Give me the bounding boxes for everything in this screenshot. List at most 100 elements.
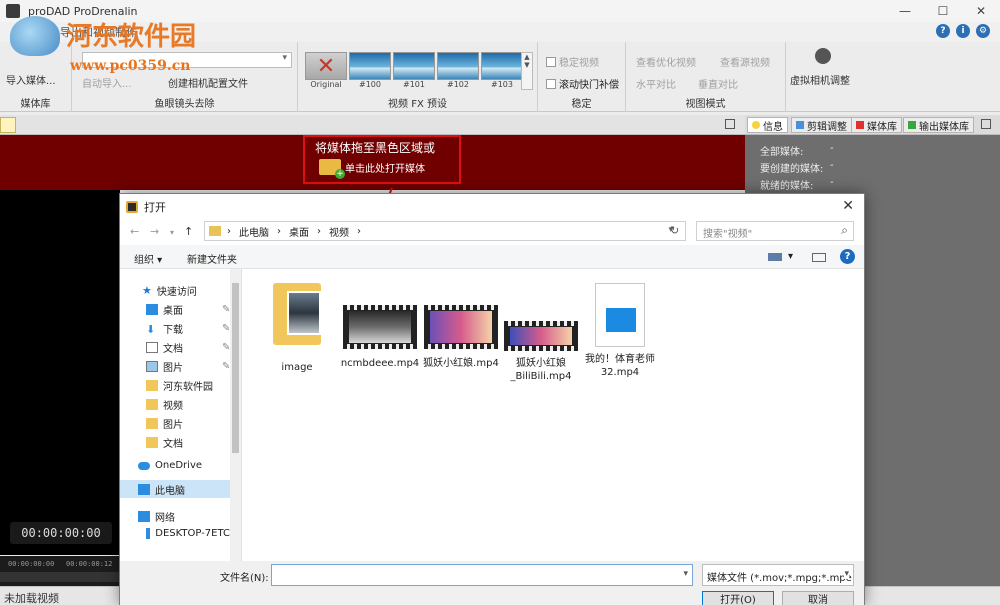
- nav-folder[interactable]: 图片: [146, 416, 183, 431]
- help-icon[interactable]: ?: [936, 24, 950, 38]
- breadcrumb-item[interactable]: 桌面: [289, 224, 309, 239]
- view-options-icon[interactable]: [768, 253, 782, 261]
- preset-thumbnail: [349, 52, 391, 80]
- tab-clip-adjust[interactable]: 剪辑调整: [791, 117, 852, 133]
- nav-network-computer[interactable]: DESKTOP-7ETC: [146, 528, 230, 539]
- file-item[interactable]: ncmbdeee.mp4: [340, 305, 420, 370]
- quick-access-label[interactable]: 导出和视频制作: [60, 24, 137, 40]
- search-input[interactable]: 搜索"视频": [696, 221, 854, 241]
- address-row: ← → ▾ ↑ › 此电脑 › 桌面 › 视频 › ▾ ↻ 搜索"视频": [120, 219, 864, 245]
- preset-100[interactable]: #100: [349, 52, 391, 90]
- nav-network[interactable]: 网络: [138, 509, 175, 524]
- up-icon[interactable]: ↑: [184, 225, 193, 238]
- preset-original[interactable]: ✕ Original: [305, 52, 347, 90]
- nav-quick-access[interactable]: ★ 快速访问: [142, 283, 197, 298]
- view-original-button[interactable]: 查看源视频: [720, 54, 770, 69]
- open-button[interactable]: 打开(O): [702, 591, 774, 605]
- help-icon[interactable]: ?: [840, 249, 855, 264]
- file-item[interactable]: image: [257, 283, 337, 374]
- nav-folder[interactable]: 视频: [146, 397, 183, 412]
- filename-input[interactable]: ▾: [271, 564, 693, 586]
- nav-downloads[interactable]: ⬇ 下载 ✎: [146, 321, 230, 336]
- import-media-button[interactable]: 导入媒体...: [6, 72, 56, 87]
- chevron-down-icon[interactable]: ▾: [788, 251, 793, 262]
- chevron-down-icon: ▾: [844, 569, 849, 579]
- address-bar[interactable]: › 此电脑 › 桌面 › 视频 › ▾: [204, 221, 686, 241]
- group-label: 视频 FX 预设: [388, 99, 447, 110]
- forward-icon[interactable]: →: [150, 225, 159, 238]
- maximize-panel-icon[interactable]: [725, 119, 735, 129]
- tab-output-library[interactable]: 输出媒体库: [903, 117, 974, 133]
- folder-icon: [273, 283, 321, 345]
- file-item[interactable]: 狐妖小红娘_BiliBili.mp4: [501, 321, 581, 383]
- virtual-camera-icon[interactable]: [815, 48, 831, 64]
- close-icon[interactable]: ✕: [842, 198, 854, 214]
- vertical-compare-button[interactable]: 垂直对比: [698, 76, 738, 91]
- info-icon[interactable]: i: [956, 24, 970, 38]
- group-label: 视图模式: [685, 99, 726, 110]
- stabilize-video-checkbox[interactable]: 稳定视频: [546, 54, 599, 69]
- nav-onedrive[interactable]: OneDrive: [138, 460, 202, 471]
- organize-button[interactable]: 组织 ▾: [134, 251, 162, 266]
- refresh-icon[interactable]: ↻: [670, 224, 679, 237]
- media-library-icon: [856, 121, 864, 129]
- folder-add-icon: [319, 159, 345, 179]
- chevron-down-icon[interactable]: ▾: [683, 569, 688, 579]
- window-controls: — ☐ ✕: [886, 0, 1000, 22]
- file-item[interactable]: 狐妖小红娘.mp4: [421, 305, 501, 370]
- new-folder-button[interactable]: 新建文件夹: [187, 251, 237, 266]
- picture-icon: [146, 361, 158, 372]
- scrollbar-thumb[interactable]: [232, 283, 239, 453]
- group-view-mode: 查看优化视频 查看源视频 水平对比 垂直对比 视图模式: [626, 42, 786, 112]
- nav-folder[interactable]: 河东软件园: [146, 378, 213, 393]
- nav-documents[interactable]: 文档 ✎: [146, 340, 230, 355]
- folder-icon: [146, 418, 158, 429]
- document-icon: [146, 342, 158, 353]
- open-media-button[interactable]: 单击此处打开媒体: [319, 159, 425, 179]
- nav-folder[interactable]: 文档: [146, 435, 183, 450]
- preset-scroll-buttons[interactable]: ▲ ▼: [521, 52, 533, 90]
- preset-101[interactable]: #101: [393, 52, 435, 90]
- preset-103[interactable]: #103: [481, 52, 523, 90]
- filename-label: 文件名(N):: [220, 573, 269, 584]
- title-bar: proDAD ProDrenalin — ☐ ✕: [0, 0, 1000, 22]
- preview-pane-icon[interactable]: [812, 253, 826, 262]
- breadcrumb-item[interactable]: 视频: [329, 224, 349, 239]
- back-icon[interactable]: ←: [130, 225, 139, 238]
- preset-102[interactable]: #102: [437, 52, 479, 90]
- nav-pictures[interactable]: 图片 ✎: [146, 359, 230, 374]
- close-icon[interactable]: ✕: [962, 0, 1000, 22]
- settings-icon[interactable]: ⚙: [976, 24, 990, 38]
- chevron-right-icon: ›: [277, 225, 281, 237]
- chevron-right-icon: ›: [357, 225, 361, 237]
- auto-import-button[interactable]: 自动导入...: [82, 75, 132, 90]
- folder-icon: [146, 437, 158, 448]
- player-tab[interactable]: [0, 117, 16, 133]
- camera-profile-select[interactable]: [82, 52, 292, 68]
- no-effect-icon: ✕: [305, 52, 347, 80]
- file-type-select[interactable]: 媒体文件 (*.mov;*.mpg;*.mpe ▾: [702, 564, 854, 586]
- view-optimized-button[interactable]: 查看优化视频: [636, 54, 696, 69]
- timecode-display: 00:00:00:00: [10, 522, 112, 544]
- cancel-button[interactable]: 取消: [782, 591, 854, 605]
- nav-this-pc[interactable]: 此电脑: [120, 480, 230, 498]
- timeline[interactable]: 00:00:00:00 00:00:00:12: [0, 556, 120, 586]
- nav-scrollbar[interactable]: [230, 269, 241, 561]
- recent-dropdown-icon[interactable]: ▾: [170, 228, 174, 237]
- tab-media-library[interactable]: 媒体库: [851, 117, 902, 133]
- file-item[interactable]: 我的！体育老师32.mp4: [580, 283, 660, 379]
- tab-info[interactable]: 信息: [747, 117, 788, 133]
- chevron-right-icon: ›: [317, 225, 321, 237]
- breadcrumb-item[interactable]: 此电脑: [239, 224, 269, 239]
- rolling-shutter-checkbox[interactable]: 滚动快门补偿: [546, 76, 619, 91]
- virtual-camera-button[interactable]: 虚拟相机调整: [790, 72, 850, 87]
- minimize-icon[interactable]: —: [886, 0, 924, 22]
- timeline-track[interactable]: [0, 572, 120, 582]
- maximize-panel-icon[interactable]: [981, 119, 991, 129]
- nav-desktop[interactable]: 桌面 ✎: [146, 302, 230, 317]
- computer-icon: [138, 483, 150, 495]
- create-camera-profile-button[interactable]: 创建相机配置文件: [168, 75, 248, 90]
- maximize-icon[interactable]: ☐: [924, 0, 962, 22]
- clip-adjust-icon: [796, 121, 804, 129]
- horizontal-compare-button[interactable]: 水平对比: [636, 76, 676, 91]
